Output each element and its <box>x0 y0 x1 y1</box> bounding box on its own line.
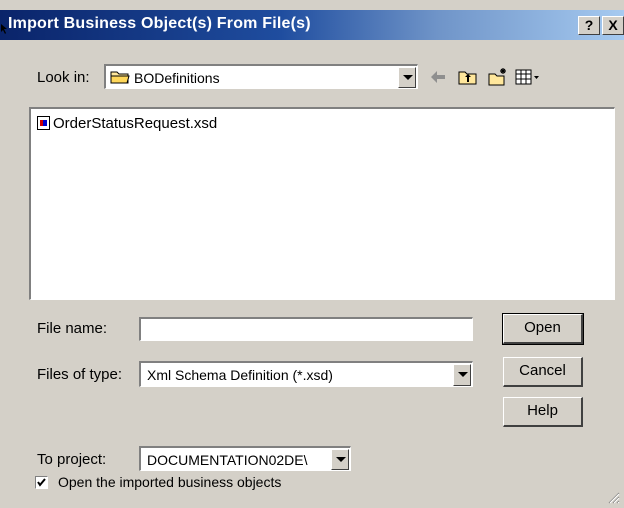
up-folder-icon[interactable] <box>458 67 478 87</box>
cancel-button[interactable]: Cancel <box>503 357 583 387</box>
files-of-type-value: Xml Schema Definition (*.xsd) <box>147 367 333 383</box>
open-imported-label[interactable]: Open the imported business objects <box>58 474 281 490</box>
view-menu-icon[interactable] <box>515 67 541 87</box>
xsd-file-icon <box>37 116 50 130</box>
to-project-value: DOCUMENTATION02DE\ <box>147 452 308 468</box>
open-imported-checkbox[interactable] <box>35 476 48 489</box>
files-of-type-combo[interactable]: Xml Schema Definition (*.xsd) <box>139 361 473 387</box>
files-of-type-label: Files of type: <box>37 366 123 383</box>
window-title: Import Business Object(s) From File(s) <box>8 15 311 32</box>
file-list[interactable]: OrderStatusRequest.xsd <box>29 107 615 300</box>
look-in-label: Look in: <box>37 69 90 86</box>
help-button[interactable]: Help <box>503 397 583 427</box>
file-item-name: OrderStatusRequest.xsd <box>53 115 218 132</box>
close-title-button[interactable]: X <box>602 16 624 35</box>
back-arrow-icon[interactable] <box>428 67 448 87</box>
new-folder-icon[interactable] <box>488 67 508 87</box>
look-in-combo[interactable]: BODefinitions <box>104 64 418 89</box>
to-project-dropdown-button[interactable] <box>331 449 349 470</box>
list-item[interactable]: OrderStatusRequest.xsd <box>37 115 217 132</box>
import-dialog: Import Business Object(s) From File(s) ?… <box>0 0 624 508</box>
help-title-button[interactable]: ? <box>578 16 600 35</box>
folder-icon <box>110 71 130 84</box>
file-name-label: File name: <box>37 320 108 337</box>
to-project-label: To project: <box>37 451 107 468</box>
file-name-field[interactable] <box>139 317 473 341</box>
checkmark-icon <box>37 478 46 487</box>
look-in-dropdown-button[interactable] <box>398 67 416 88</box>
resize-grip-icon[interactable] <box>606 490 620 504</box>
open-button[interactable]: Open <box>502 313 584 345</box>
files-of-type-dropdown-button[interactable] <box>453 364 471 386</box>
to-project-combo[interactable]: DOCUMENTATION02DE\ <box>139 446 351 471</box>
title-bar[interactable]: Import Business Object(s) From File(s) ?… <box>0 10 624 40</box>
look-in-value: BODefinitions <box>134 70 220 86</box>
